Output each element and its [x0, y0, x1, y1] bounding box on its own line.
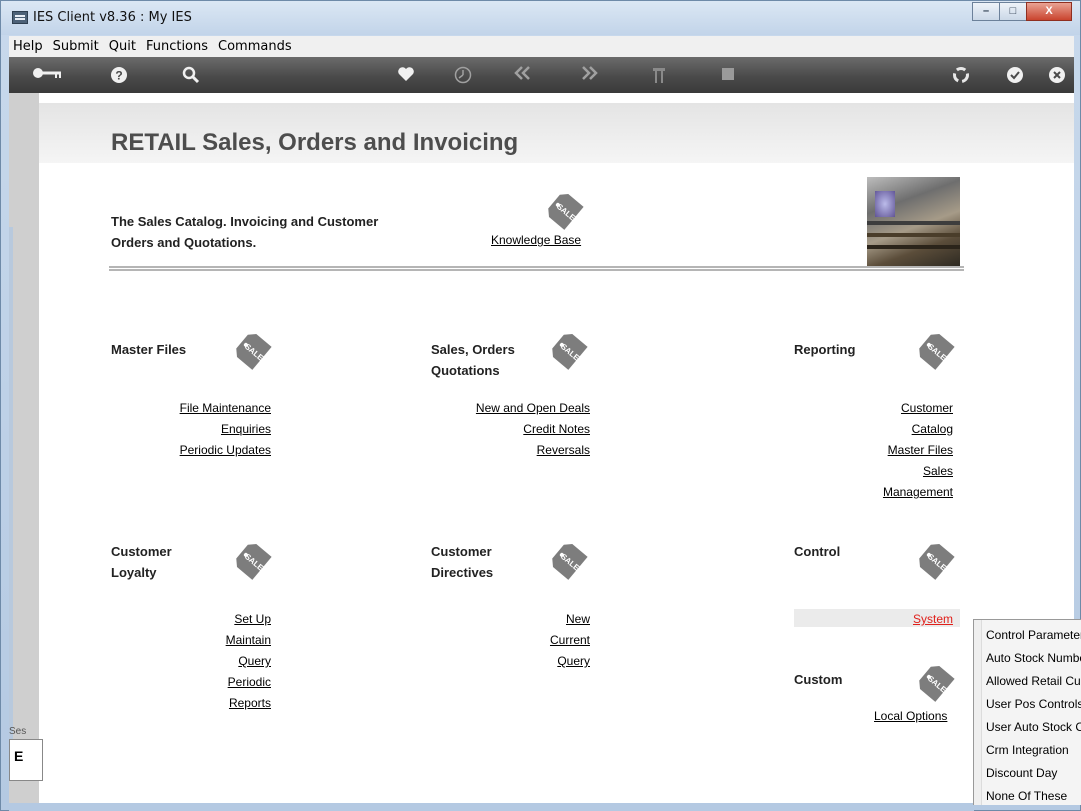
sale-tag-icon: SALE: [552, 334, 588, 370]
loyalty-maintain-link[interactable]: Maintain: [226, 633, 271, 647]
reporting-customer-link[interactable]: Customer: [901, 401, 953, 415]
menu-item-control-parameters[interactable]: Control Parameters: [986, 628, 1081, 642]
window-controls: – □ X: [972, 2, 1072, 21]
enquiries-link[interactable]: Enquiries: [221, 422, 271, 436]
menu-functions[interactable]: Functions: [146, 39, 208, 54]
section-sales-orders-line-2: Quotations: [431, 363, 500, 378]
section-control-title: Control: [794, 544, 841, 559]
directives-current-link[interactable]: Current: [550, 633, 590, 647]
menu-gutter: [974, 620, 982, 805]
menu-item-user-pos-controls[interactable]: User Pos Controls: [986, 697, 1081, 711]
check-icon[interactable]: [1001, 63, 1029, 87]
svg-text:?: ?: [115, 69, 122, 83]
menu-item-discount-day[interactable]: Discount Day: [986, 766, 1081, 780]
section-customer-loyalty-line-1: Customer: [111, 544, 172, 559]
sale-tag-icon: SALE: [236, 544, 272, 580]
local-options-link[interactable]: Local Options: [874, 709, 954, 723]
control-system-link[interactable]: System: [913, 612, 953, 626]
clock-icon[interactable]: [449, 63, 477, 87]
directives-query-link[interactable]: Query: [557, 654, 590, 668]
page-title: RETAIL Sales, Orders and Invoicing: [111, 129, 519, 156]
credit-notes-link[interactable]: Credit Notes: [523, 422, 590, 436]
heart-icon[interactable]: [392, 63, 420, 87]
loyalty-query-link[interactable]: Query: [238, 654, 271, 668]
file-maintenance-link[interactable]: File Maintenance: [180, 401, 271, 415]
left-gutter: [9, 93, 39, 803]
section-custom-title: Custom: [794, 672, 843, 687]
sale-tag-icon: SALE: [919, 544, 955, 580]
forward-icon[interactable]: [575, 63, 603, 87]
main-panel: RETAIL Sales, Orders and Invoicing The S…: [39, 103, 1074, 803]
loyalty-reports-link[interactable]: Reports: [229, 696, 271, 710]
menu-commands[interactable]: Commands: [218, 39, 292, 54]
section-reporting-title: Reporting: [794, 342, 856, 357]
section-customer-loyalty-line-2: Loyalty: [111, 565, 157, 580]
menu-bar: Help Submit Quit Functions Commands: [9, 36, 1074, 57]
reporting-management-link[interactable]: Management: [883, 485, 953, 499]
menu-item-allowed-retail-customers[interactable]: Allowed Retail Customers: [986, 674, 1081, 688]
reporting-catalog-link[interactable]: Catalog: [912, 422, 953, 436]
menu-item-crm-integration[interactable]: Crm Integration: [986, 743, 1081, 757]
title-bar[interactable]: IES Client v8.36 : My IES – □ X: [1, 1, 1080, 35]
directives-new-link[interactable]: New: [566, 612, 590, 626]
toolbar: ?: [9, 57, 1074, 93]
section-sales-orders-title: Sales, Orders Quotations: [431, 339, 515, 381]
knowledge-base-link[interactable]: Knowledge Base: [491, 233, 581, 247]
key-icon[interactable]: [29, 63, 65, 87]
help-icon[interactable]: ?: [105, 63, 133, 87]
window-bottom-edge: [9, 803, 974, 811]
session-box[interactable]: E: [9, 739, 43, 781]
stop-icon[interactable]: [714, 63, 742, 87]
menu-item-none-of-these[interactable]: None Of These: [986, 789, 1081, 803]
loyalty-set-up-link[interactable]: Set Up: [234, 612, 271, 626]
menu-help[interactable]: Help: [13, 39, 43, 54]
app-window: IES Client v8.36 : My IES – □ X Help Sub…: [0, 0, 1081, 811]
header-divider: [109, 266, 964, 271]
search-icon[interactable]: [177, 63, 205, 87]
section-customer-directives-line-2: Directives: [431, 565, 494, 580]
menu-quit[interactable]: Quit: [109, 39, 136, 54]
tools-icon[interactable]: [645, 63, 673, 87]
left-edge-strip: [9, 227, 13, 747]
minimize-button[interactable]: –: [972, 2, 1000, 21]
section-customer-directives-line-1: Customer: [431, 544, 492, 559]
section-customer-directives-title: Customer Directives: [431, 541, 493, 583]
new-and-open-deals-link[interactable]: New and Open Deals: [476, 401, 590, 415]
session-label: Ses: [9, 726, 27, 737]
sale-tag-icon: SALE: [236, 334, 272, 370]
window-title: IES Client v8.36 : My IES: [33, 10, 192, 25]
periodic-updates-link[interactable]: Periodic Updates: [180, 443, 271, 457]
section-master-files-title: Master Files: [111, 342, 187, 357]
store-photo: [867, 177, 960, 266]
maximize-button[interactable]: □: [999, 2, 1027, 21]
section-sales-orders-line-1: Sales, Orders: [431, 342, 515, 357]
intro-line-1: The Sales Catalog. Invoicing and Custome…: [111, 214, 379, 229]
section-customer-loyalty-title: Customer Loyalty: [111, 541, 172, 583]
menu-submit[interactable]: Submit: [53, 39, 99, 54]
close-window-button[interactable]: X: [1026, 2, 1072, 21]
menu-item-user-auto-stock-codes[interactable]: User Auto Stock Codes: [986, 720, 1081, 734]
intro-line-2: Orders and Quotations.: [111, 235, 257, 250]
reversals-link[interactable]: Reversals: [537, 443, 590, 457]
recycle-icon[interactable]: [947, 63, 975, 87]
reporting-sales-link[interactable]: Sales: [923, 464, 953, 478]
close-icon[interactable]: [1043, 63, 1071, 87]
back-icon[interactable]: [509, 63, 537, 87]
intro-text: The Sales Catalog. Invoicing and Custome…: [111, 211, 411, 253]
sale-tag-icon: SALE: [552, 544, 588, 580]
system-dropdown-menu: Control Parameters Auto Stock Numbering …: [973, 619, 1081, 805]
sale-tag-icon: SALE: [548, 194, 584, 230]
sale-tag-icon: SALE: [919, 666, 955, 702]
session-glyph: E: [14, 748, 24, 764]
sale-tag-icon: SALE: [919, 334, 955, 370]
reporting-master-files-link[interactable]: Master Files: [888, 443, 953, 457]
app-icon[interactable]: [12, 11, 28, 24]
loyalty-periodic-link[interactable]: Periodic: [228, 675, 271, 689]
content-area: RETAIL Sales, Orders and Invoicing The S…: [9, 93, 1074, 803]
session-panel: Ses E: [9, 723, 43, 781]
menu-item-auto-stock-numbering[interactable]: Auto Stock Numbering: [986, 651, 1081, 665]
